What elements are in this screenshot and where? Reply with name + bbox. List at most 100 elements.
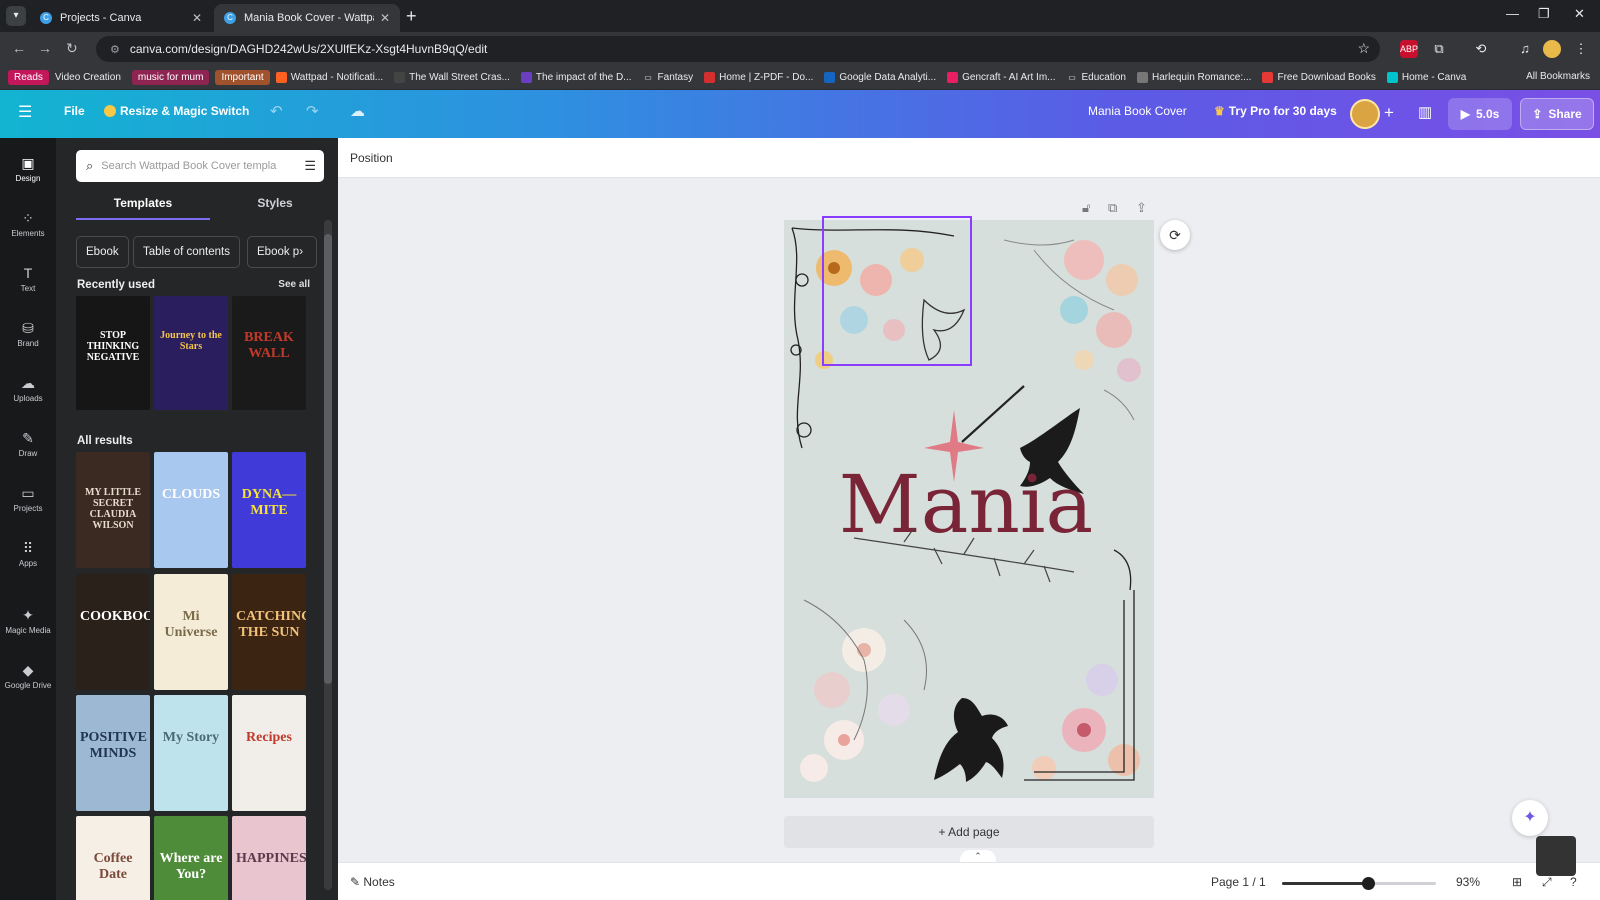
address-bar[interactable]: ⚙ canva.com/design/DAGHD242wUs/2XUlfEKz-… bbox=[96, 36, 1380, 62]
template-thumbnail[interactable]: Where are You? bbox=[154, 816, 228, 900]
more-menu-icon[interactable]: ⋮ bbox=[1572, 40, 1590, 58]
lock-icon[interactable]: 🔓︎ bbox=[1082, 200, 1090, 216]
template-thumbnail[interactable]: COOKBOOK bbox=[76, 574, 150, 690]
rail-item-apps[interactable]: ⠿ Apps bbox=[0, 531, 56, 583]
rail-item-elements[interactable]: ⁘ Elements bbox=[0, 201, 56, 253]
history-icon[interactable]: ⟲ bbox=[1472, 40, 1490, 58]
rail-item-design[interactable]: ▣ Design bbox=[0, 146, 56, 198]
template-thumbnail[interactable]: CATCHING THE SUN bbox=[232, 574, 306, 690]
duplicate-page-icon[interactable]: ⧉ bbox=[1108, 200, 1117, 216]
redo-icon[interactable]: ↷ bbox=[306, 102, 319, 120]
bookmark-item[interactable]: Video Creation bbox=[55, 72, 121, 83]
file-menu-button[interactable]: File bbox=[64, 104, 85, 118]
bookmark-item[interactable]: The impact of the D... bbox=[520, 72, 632, 83]
fullscreen-icon[interactable]: ⤢ bbox=[1542, 875, 1552, 890]
see-all-link[interactable]: See all bbox=[278, 279, 310, 290]
chip-table-of-contents[interactable]: Table of contents bbox=[133, 236, 240, 268]
rotate-icon[interactable]: ⟳ bbox=[1160, 220, 1190, 250]
template-thumbnail[interactable]: POSITIVE MINDS bbox=[76, 695, 150, 811]
help-icon[interactable]: ? bbox=[1570, 875, 1577, 889]
all-bookmarks-button[interactable]: All Bookmarks bbox=[1526, 71, 1590, 82]
template-thumbnail[interactable]: MY LITTLE SECRET CLAUDIA WILSON bbox=[76, 452, 150, 568]
zoom-slider[interactable] bbox=[1282, 877, 1436, 890]
add-page-icon[interactable]: ⇪ bbox=[1136, 200, 1147, 216]
bookmark-item[interactable]: Google Data Analyti... bbox=[824, 72, 936, 83]
bookmark-item[interactable]: Wattpad - Notificati... bbox=[275, 72, 383, 83]
zoom-level[interactable]: 93% bbox=[1456, 875, 1480, 889]
user-avatar[interactable] bbox=[1350, 99, 1380, 129]
profile-avatar[interactable] bbox=[1543, 40, 1561, 58]
template-thumbnail[interactable]: HAPPINESS bbox=[232, 816, 306, 900]
zoom-slider-handle[interactable] bbox=[1362, 877, 1375, 890]
browser-tab-projects[interactable]: C Projects - Canva ✕ bbox=[30, 4, 212, 32]
rail-item-projects[interactable]: ▭ Projects bbox=[0, 476, 56, 528]
template-thumbnail[interactable]: Recipes bbox=[232, 695, 306, 811]
new-tab-icon[interactable]: + bbox=[406, 6, 417, 26]
resize-magic-switch-button[interactable]: Resize & Magic Switch bbox=[104, 104, 249, 118]
restore-icon[interactable]: ❐ bbox=[1538, 6, 1550, 22]
extensions-icon[interactable]: ⧉ bbox=[1430, 40, 1448, 58]
design-title[interactable]: Mania Book Cover bbox=[1088, 104, 1187, 118]
present-button[interactable]: ▶ 5.0s bbox=[1448, 98, 1512, 130]
media-control-icon[interactable]: ♫ bbox=[1516, 40, 1534, 58]
chip-ebook-p[interactable]: Ebook p › bbox=[247, 236, 317, 268]
template-thumbnail[interactable]: Mi Universe bbox=[154, 574, 228, 690]
bookmark-item[interactable]: Free Download Books bbox=[1262, 72, 1376, 83]
search-input[interactable] bbox=[101, 160, 280, 172]
rail-item-text[interactable]: T Text bbox=[0, 256, 56, 308]
bookmark-item[interactable]: Important bbox=[215, 70, 270, 85]
template-thumbnail[interactable]: My Story bbox=[154, 695, 228, 811]
rail-item-brand[interactable]: ⛁ Brand bbox=[0, 311, 56, 363]
rail-item-draw[interactable]: ✎ Draw bbox=[0, 421, 56, 473]
tab-search-button[interactable]: ▾ bbox=[6, 6, 26, 26]
position-button[interactable]: Position bbox=[350, 151, 393, 165]
bookmark-item[interactable]: Home - Canva bbox=[1386, 72, 1466, 83]
grid-view-icon[interactable]: ⊞ bbox=[1512, 875, 1522, 889]
tab-templates[interactable]: Templates bbox=[76, 196, 210, 210]
notes-button[interactable]: ✎ Notes bbox=[350, 875, 395, 889]
rail-item-magic-media[interactable]: ✦ Magic Media bbox=[0, 598, 56, 650]
share-button[interactable]: ⇪ Share bbox=[1520, 98, 1594, 130]
tab-styles[interactable]: Styles bbox=[208, 196, 342, 210]
bookmark-item[interactable]: music for mum bbox=[131, 70, 210, 85]
page-indicator[interactable]: Page 1 / 1 bbox=[1211, 875, 1266, 889]
template-thumbnail[interactable]: BREAK WALL bbox=[232, 296, 306, 410]
close-tab-icon[interactable]: ✕ bbox=[192, 11, 202, 25]
try-pro-button[interactable]: ♛ Try Pro for 30 days bbox=[1214, 104, 1337, 118]
bookmark-item[interactable]: ▭ Fantasy bbox=[643, 72, 693, 83]
browser-tab-mania[interactable]: C Mania Book Cover - Wattpad B ✕ bbox=[214, 4, 400, 32]
undo-icon[interactable]: ↶ bbox=[270, 102, 283, 120]
template-thumbnail[interactable]: DYNA—MITE bbox=[232, 452, 306, 568]
insights-icon[interactable]: ▥ bbox=[1418, 103, 1432, 121]
minimize-icon[interactable]: — bbox=[1506, 6, 1519, 21]
selection-box[interactable] bbox=[822, 216, 972, 366]
template-thumbnail[interactable]: STOP THINKING NEGATIVE bbox=[76, 296, 150, 410]
bookmark-item[interactable]: Harlequin Romance:... bbox=[1136, 72, 1251, 83]
panel-scrollbar[interactable] bbox=[324, 234, 332, 684]
cloud-saved-icon[interactable]: ☁ bbox=[350, 102, 365, 120]
add-page-button[interactable]: + Add page bbox=[784, 816, 1154, 848]
bookmark-item[interactable]: ▭ Education bbox=[1066, 72, 1126, 83]
chevron-up-icon[interactable]: ⌃ bbox=[960, 850, 996, 862]
bookmark-item[interactable]: Gencraft - AI Art Im... bbox=[947, 72, 1055, 83]
bookmark-item[interactable]: The Wall Street Cras... bbox=[394, 72, 510, 83]
filter-icon[interactable]: ☰ bbox=[304, 158, 316, 174]
chip-ebook[interactable]: Ebook bbox=[76, 236, 129, 268]
close-window-icon[interactable]: ✕ bbox=[1574, 6, 1585, 22]
bookmark-item[interactable]: Home | Z-PDF - Do... bbox=[704, 72, 813, 83]
main-menu-icon[interactable]: ☰ bbox=[18, 102, 32, 122]
close-tab-icon[interactable]: ✕ bbox=[380, 11, 390, 25]
back-icon[interactable]: ← bbox=[12, 40, 26, 56]
reload-icon[interactable]: ↻ bbox=[66, 40, 78, 57]
adblock-extension-icon[interactable]: ABP bbox=[1400, 40, 1418, 58]
bookmark-item[interactable]: Reads bbox=[8, 70, 49, 85]
site-info-icon[interactable]: ⚙ bbox=[110, 43, 120, 56]
template-thumbnail[interactable]: Journey to the Stars bbox=[154, 296, 228, 410]
magic-assistant-button[interactable]: ✦ bbox=[1512, 800, 1548, 836]
template-thumbnail[interactable]: Coffee Date bbox=[76, 816, 150, 900]
invite-plus-icon[interactable]: + bbox=[1384, 103, 1394, 123]
bookmark-star-icon[interactable]: ☆ bbox=[1357, 40, 1370, 57]
template-thumbnail[interactable]: CLOUDS bbox=[154, 452, 228, 568]
rail-item-uploads[interactable]: ☁ Uploads bbox=[0, 366, 56, 418]
forward-icon[interactable]: → bbox=[38, 40, 52, 56]
